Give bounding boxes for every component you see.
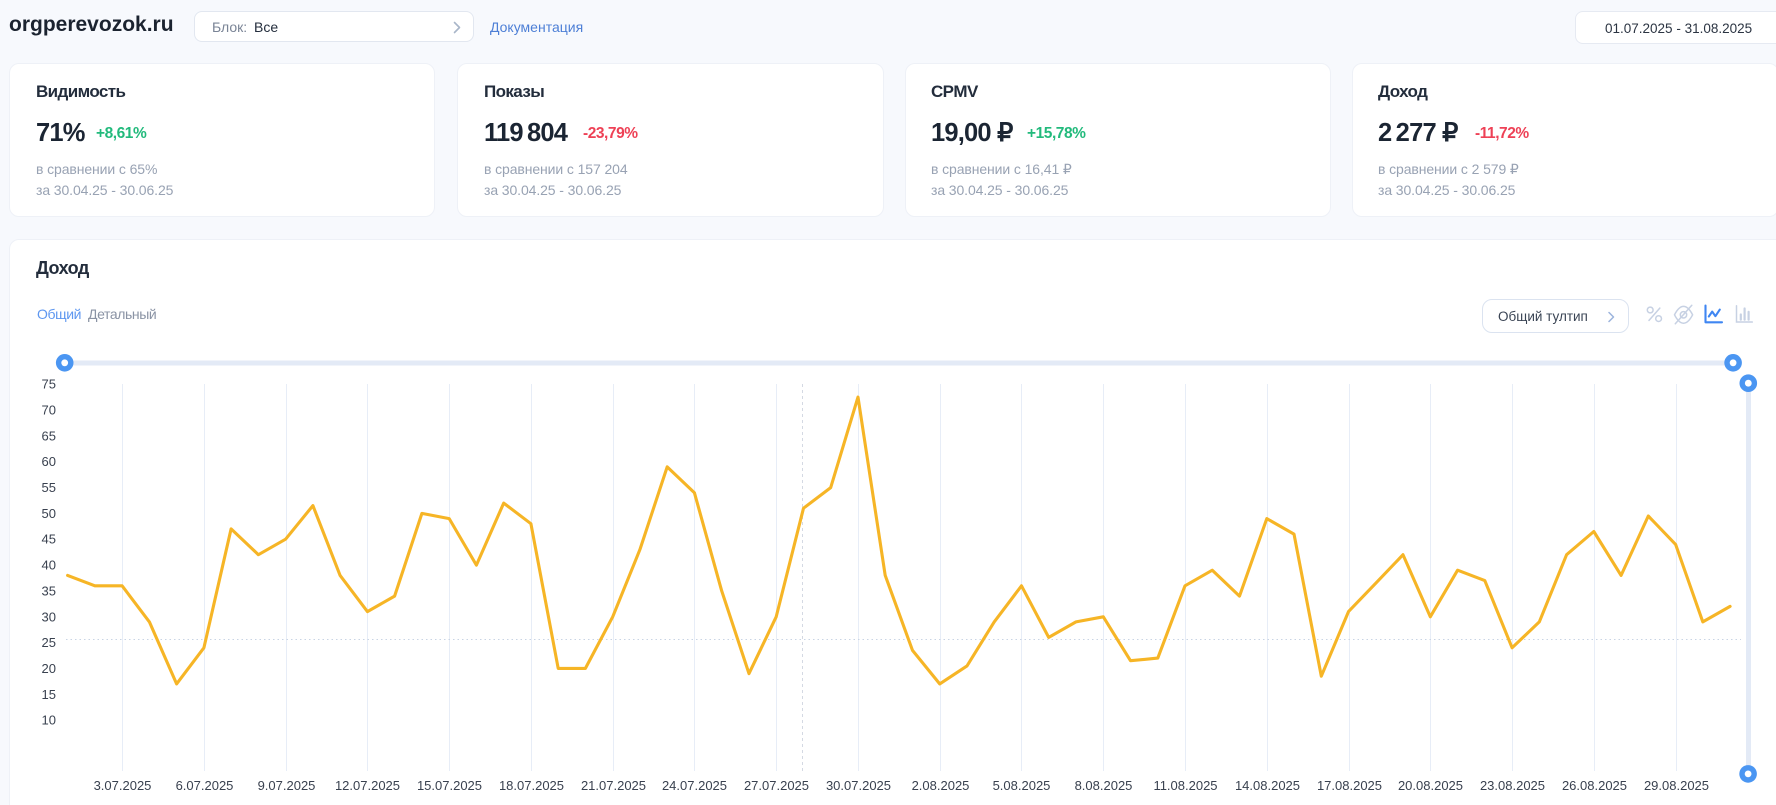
svg-text:5.08.2025: 5.08.2025 (993, 778, 1051, 793)
svg-text:26.08.2025: 26.08.2025 (1562, 778, 1627, 793)
svg-text:8.08.2025: 8.08.2025 (1075, 778, 1133, 793)
svg-text:60: 60 (42, 454, 56, 469)
svg-text:45: 45 (42, 532, 56, 547)
svg-text:20: 20 (42, 661, 56, 676)
svg-text:15: 15 (42, 687, 56, 702)
svg-text:11.08.2025: 11.08.2025 (1153, 778, 1217, 793)
svg-text:30: 30 (42, 609, 56, 624)
svg-text:27.07.2025: 27.07.2025 (744, 778, 809, 793)
svg-text:17.08.2025: 17.08.2025 (1317, 778, 1382, 793)
svg-text:3.07.2025: 3.07.2025 (94, 778, 152, 793)
svg-text:25: 25 (42, 635, 56, 650)
svg-text:6.07.2025: 6.07.2025 (176, 778, 234, 793)
svg-text:9.07.2025: 9.07.2025 (258, 778, 316, 793)
svg-text:23.08.2025: 23.08.2025 (1480, 778, 1545, 793)
svg-text:70: 70 (42, 403, 56, 418)
svg-text:20.08.2025: 20.08.2025 (1398, 778, 1463, 793)
svg-text:50: 50 (42, 506, 56, 521)
svg-text:14.08.2025: 14.08.2025 (1235, 778, 1300, 793)
svg-text:2.08.2025: 2.08.2025 (912, 778, 970, 793)
svg-text:10: 10 (42, 713, 56, 728)
svg-text:55: 55 (42, 480, 56, 495)
svg-text:12.07.2025: 12.07.2025 (335, 778, 400, 793)
svg-text:35: 35 (42, 583, 56, 598)
svg-text:30.07.2025: 30.07.2025 (826, 778, 891, 793)
svg-text:15.07.2025: 15.07.2025 (417, 778, 482, 793)
svg-text:75: 75 (42, 377, 56, 392)
svg-text:24.07.2025: 24.07.2025 (662, 778, 727, 793)
svg-text:21.07.2025: 21.07.2025 (581, 778, 646, 793)
svg-text:18.07.2025: 18.07.2025 (499, 778, 564, 793)
svg-text:40: 40 (42, 558, 56, 573)
svg-text:65: 65 (42, 428, 56, 443)
svg-text:29.08.2025: 29.08.2025 (1644, 778, 1709, 793)
